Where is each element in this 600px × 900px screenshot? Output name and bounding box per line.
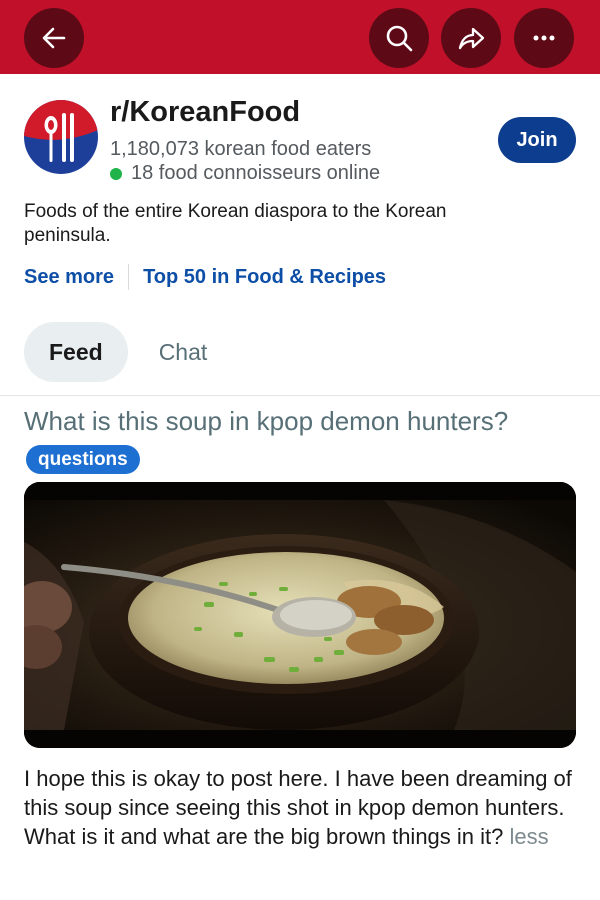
divider	[0, 395, 600, 396]
share-button[interactable]	[441, 8, 501, 68]
spoon-chopsticks-icon	[24, 100, 98, 174]
online-count: 18 food connoisseurs online	[110, 162, 380, 185]
more-options-button[interactable]	[514, 8, 574, 68]
post-title[interactable]: What is this soup in kpop demon hunters?	[24, 406, 508, 437]
post-flair[interactable]: questions	[26, 445, 140, 474]
community-avatar[interactable]	[24, 100, 98, 174]
community-links: See more Top 50 in Food & Recipes	[24, 264, 386, 290]
member-count: 1,180,073 korean food eaters	[110, 138, 372, 160]
share-icon	[458, 27, 485, 50]
join-button[interactable]: Join	[498, 117, 576, 163]
arrow-left-icon	[42, 27, 66, 49]
search-icon	[386, 25, 413, 52]
more-dots-icon	[533, 35, 555, 41]
online-dot-icon	[110, 167, 122, 180]
community-tabs: Feed Chat	[24, 322, 232, 382]
see-more-link[interactable]: See more	[24, 266, 114, 289]
less-link[interactable]: less	[510, 824, 549, 849]
tab-chat[interactable]: Chat	[134, 322, 233, 382]
tab-feed[interactable]: Feed	[24, 322, 128, 382]
back-button[interactable]	[24, 8, 84, 68]
ranking-link[interactable]: Top 50 in Food & Recipes	[143, 266, 386, 289]
soup-bowl-image	[24, 482, 576, 748]
search-button[interactable]	[369, 8, 429, 68]
top-bar	[0, 0, 600, 74]
post-body: I hope this is okay to post here. I have…	[24, 764, 579, 851]
community-description: Foods of the entire Korean diaspora to t…	[24, 201, 447, 246]
community-name: r/KoreanFood	[110, 96, 301, 128]
post-body-text: I hope this is okay to post here. I have…	[24, 766, 572, 849]
online-count-text: 18 food connoisseurs online	[131, 162, 381, 184]
link-divider	[128, 264, 130, 290]
post-image[interactable]	[24, 482, 576, 748]
